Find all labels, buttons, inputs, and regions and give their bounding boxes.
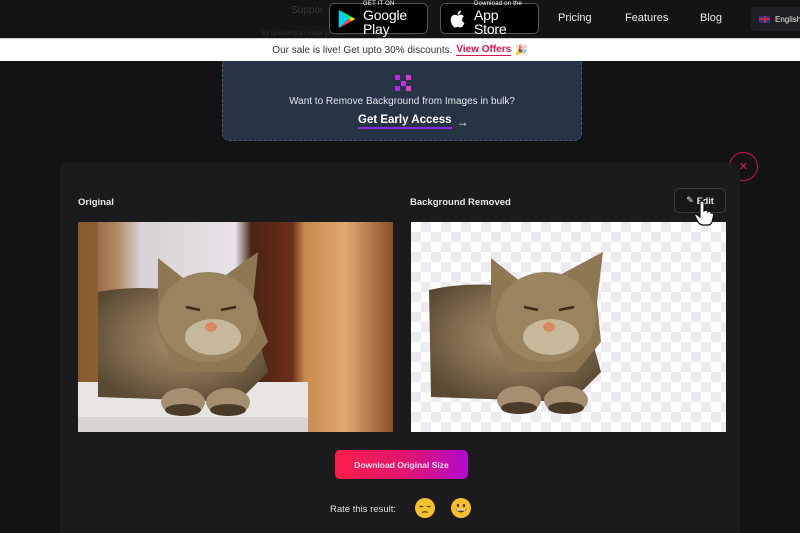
app-store-button[interactable]: Download on the App Store <box>440 1 539 37</box>
original-label: Original <box>78 197 114 208</box>
get-early-access-label: Get Early Access <box>358 114 452 129</box>
download-original-size-button[interactable]: Download Original Size <box>335 450 468 479</box>
google-play-icon <box>338 9 356 28</box>
pencil-icon: ✎ <box>686 195 694 205</box>
background-removed-label: Background Removed <box>410 197 511 208</box>
app-store-big-text: App Store <box>474 7 507 37</box>
sale-text: Our sale is live! Get upto 30% discounts… <box>272 44 453 56</box>
rate-result-label: Rate this result: <box>330 504 396 515</box>
language-label: English <box>775 14 800 24</box>
hand-cursor-icon <box>694 200 714 226</box>
result-panel: Original Background Removed ✎ Edit Downl… <box>60 163 740 533</box>
top-nav: Suppor By uploading an image you agree t… <box>0 0 800 38</box>
sale-banner: Our sale is live! Get upto 30% discounts… <box>0 38 800 61</box>
google-play-big-text: Google Play <box>363 7 407 37</box>
get-early-access-link[interactable]: Get Early Access → <box>358 114 469 129</box>
grinning-face-icon[interactable] <box>450 497 472 519</box>
arrow-right-icon: → <box>456 114 469 129</box>
language-selector[interactable]: English <box>751 7 800 31</box>
unamused-face-icon[interactable] <box>414 497 436 519</box>
original-cat-photo <box>78 222 393 432</box>
bulk-removal-card: Want to Remove Background from Images in… <box>222 61 582 141</box>
uk-flag-icon <box>759 15 770 23</box>
party-popper-icon: 🎉 <box>515 44 528 56</box>
cutout-cat-photo <box>429 252 603 414</box>
google-play-button[interactable]: GET IT ON Google Play <box>329 1 428 37</box>
bulk-prompt-text: Want to Remove Background from Images in… <box>289 96 515 107</box>
close-icon: ✕ <box>738 161 749 173</box>
apple-icon <box>450 10 465 28</box>
nav-pricing[interactable]: Pricing <box>558 12 592 24</box>
background-removed-image <box>411 222 726 432</box>
faded-header-text: Suppor <box>291 5 324 16</box>
nav-features[interactable]: Features <box>625 12 668 24</box>
bulk-grid-icon <box>395 75 411 91</box>
nav-blog[interactable]: Blog <box>700 12 722 24</box>
view-offers-link[interactable]: View Offers <box>456 44 512 56</box>
original-image <box>78 222 393 432</box>
